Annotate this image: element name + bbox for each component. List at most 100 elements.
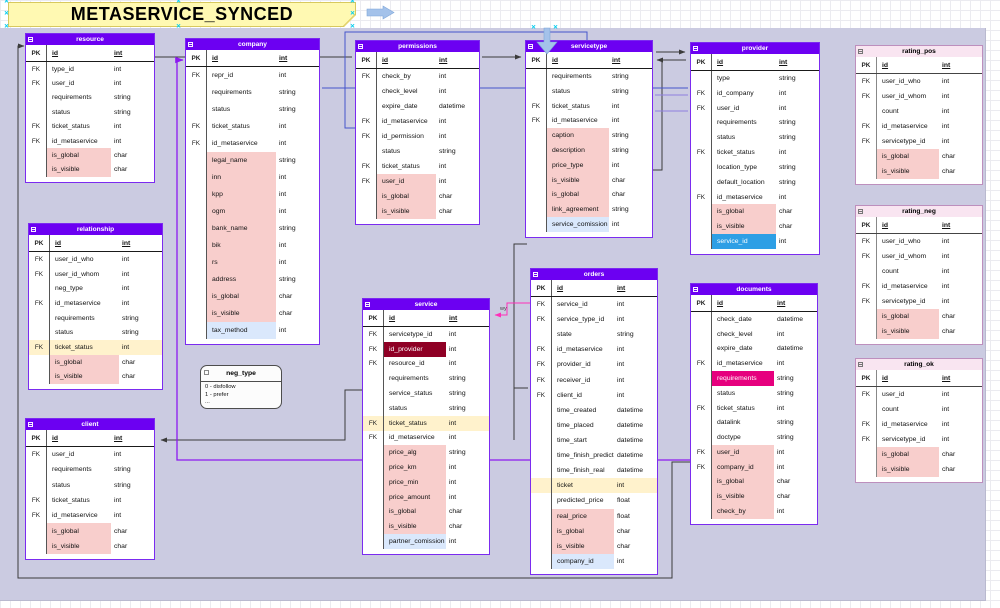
- table-row[interactable]: FKuser_idint: [856, 387, 982, 402]
- table-row[interactable]: time_createddatetime: [531, 403, 657, 418]
- table-row[interactable]: FKcheck_byint: [356, 69, 479, 84]
- table-row[interactable]: service_idint: [691, 234, 819, 249]
- collapse-icon[interactable]: [358, 44, 363, 49]
- table-row[interactable]: expire_datedatetime: [356, 99, 479, 114]
- table-row[interactable]: FKticket_statusint: [691, 145, 819, 160]
- table-row[interactable]: price_kmint: [363, 460, 489, 475]
- table-row[interactable]: PKidint: [363, 310, 489, 327]
- table-row[interactable]: FKticket_statusint: [691, 401, 817, 416]
- table-row[interactable]: is_globalchar: [856, 149, 982, 164]
- collapse-icon[interactable]: [188, 42, 193, 47]
- table-row[interactable]: requirementsstring: [26, 462, 154, 477]
- table-row[interactable]: statusstring: [26, 478, 154, 493]
- table-row[interactable]: FKid_metaserviceint: [531, 342, 657, 357]
- table-row[interactable]: legal_namestring: [186, 152, 319, 169]
- table-row[interactable]: typestring: [691, 71, 819, 86]
- table-row[interactable]: is_visiblechar: [856, 324, 982, 339]
- table-provider[interactable]: providerPKidinttypestringFKid_companyint…: [690, 42, 820, 255]
- table-row[interactable]: FKid_metaserviceint: [856, 279, 982, 294]
- table-row[interactable]: partner_comissionint: [363, 534, 489, 549]
- table-header[interactable]: provider: [691, 43, 819, 54]
- table-row[interactable]: FKid_metaserviceint: [29, 296, 162, 311]
- table-row[interactable]: PKidint: [26, 430, 154, 447]
- table-row[interactable]: FKuser_id_whomint: [856, 249, 982, 264]
- table-row[interactable]: time_finish_predicteddatetime: [531, 448, 657, 463]
- table-row[interactable]: FKuser_id_whoint: [856, 234, 982, 249]
- table-row[interactable]: is_globalchar: [186, 288, 319, 305]
- table-row[interactable]: is_visiblechar: [26, 539, 154, 554]
- table-row[interactable]: price_amountint: [363, 490, 489, 505]
- collapse-icon[interactable]: [28, 37, 33, 42]
- selection-handle[interactable]: ✕: [176, 0, 181, 5]
- table-row[interactable]: is_globalchar: [856, 447, 982, 462]
- table-row[interactable]: statusstring: [29, 325, 162, 340]
- table-row[interactable]: check_byint: [691, 504, 817, 519]
- table-row[interactable]: FKclient_idint: [531, 388, 657, 403]
- table-row[interactable]: time_startdatetime: [531, 433, 657, 448]
- table-row[interactable]: FKresource_idint: [363, 357, 489, 372]
- table-rating_pos[interactable]: rating_posPKidintFKuser_id_whointFKuser_…: [855, 45, 983, 185]
- table-row[interactable]: PKidint: [856, 370, 982, 387]
- table-row[interactable]: statusstring: [356, 144, 479, 159]
- table-row[interactable]: PKidint: [29, 235, 162, 252]
- table-row[interactable]: PKidint: [856, 217, 982, 234]
- table-row[interactable]: check_levelint: [356, 84, 479, 99]
- table-rating_neg[interactable]: rating_negPKidintFKuser_id_whointFKuser_…: [855, 205, 983, 345]
- collapse-icon[interactable]: [858, 209, 863, 214]
- collapse-icon[interactable]: [365, 302, 370, 307]
- table-row[interactable]: FKid_metaserviceint: [856, 119, 982, 134]
- table-row[interactable]: FKticket_statusint: [186, 118, 319, 135]
- table-row[interactable]: FKid_metaserviceint: [356, 114, 479, 129]
- table-row[interactable]: countint: [856, 402, 982, 417]
- table-row[interactable]: FKid_metaserviceint: [691, 356, 817, 371]
- table-row[interactable]: check_datedatetime: [691, 312, 817, 327]
- table-header[interactable]: rating_ok: [856, 359, 982, 370]
- table-row[interactable]: PKidint: [691, 295, 817, 312]
- table-row[interactable]: FKticket_statusint: [29, 340, 162, 355]
- table-row[interactable]: FKuser_idint: [26, 447, 154, 462]
- selection-handle[interactable]: ✕: [350, 24, 355, 30]
- table-row[interactable]: FKservice_idint: [531, 297, 657, 312]
- table-row[interactable]: FKid_metaserviceint: [26, 134, 154, 148]
- selection-handle[interactable]: ✕: [553, 25, 558, 31]
- table-row[interactable]: location_typestring: [691, 160, 819, 175]
- table-row[interactable]: bank_namestring: [186, 220, 319, 237]
- table-header[interactable]: rating_neg: [856, 206, 982, 217]
- table-servicetype[interactable]: servicetypePKidintrequirementsstringstat…: [525, 40, 653, 238]
- table-row[interactable]: FKid_permissionint: [356, 129, 479, 144]
- table-row[interactable]: FKcompany_idint: [691, 460, 817, 475]
- table-row[interactable]: FKuser_id_whoint: [29, 252, 162, 267]
- table-row[interactable]: requirementsstring: [29, 311, 162, 326]
- selection-handle[interactable]: ✕: [350, 0, 355, 5]
- table-row[interactable]: FKuser_id_whoint: [856, 74, 982, 89]
- collapse-icon[interactable]: [858, 49, 863, 54]
- table-row[interactable]: is_visiblechar: [186, 305, 319, 322]
- table-row[interactable]: FKuser_idint: [691, 101, 819, 116]
- table-row[interactable]: PKidint: [26, 45, 154, 62]
- table-row[interactable]: FKprovider_idint: [531, 357, 657, 372]
- table-row[interactable]: is_globalchar: [526, 188, 652, 203]
- table-row[interactable]: FKticket_statusint: [26, 120, 154, 134]
- table-row[interactable]: time_placeddatetime: [531, 418, 657, 433]
- table-row[interactable]: FKid_metaserviceint: [526, 113, 652, 128]
- selection-handle[interactable]: ✕: [4, 24, 9, 30]
- table-row[interactable]: price_minint: [363, 475, 489, 490]
- diagram-title-note[interactable]: METASERVICE_SYNCED: [8, 2, 356, 27]
- table-row[interactable]: FKuser_idint: [691, 445, 817, 460]
- table-row[interactable]: is_visiblechar: [363, 519, 489, 534]
- table-rating_ok[interactable]: rating_okPKidintFKuser_idintcountintFKid…: [855, 358, 983, 483]
- collapse-icon[interactable]: [533, 272, 538, 277]
- table-row[interactable]: datalinkstring: [691, 415, 817, 430]
- table-row[interactable]: FKservicetype_idint: [856, 294, 982, 309]
- table-service[interactable]: servicePKidintFKservicetype_idintFKid_pr…: [362, 298, 490, 555]
- table-header[interactable]: service: [363, 299, 489, 310]
- table-relationship[interactable]: relationshipPKidintFKuser_id_whointFKuse…: [28, 223, 163, 390]
- table-header[interactable]: orders: [531, 269, 657, 280]
- table-row[interactable]: FKuser_id_whomint: [29, 267, 162, 282]
- table-row[interactable]: FKuser_idint: [356, 174, 479, 189]
- table-row[interactable]: countint: [856, 264, 982, 279]
- table-row[interactable]: neg_typeint: [29, 281, 162, 296]
- table-orders[interactable]: ordersPKidintFKservice_idintFKservice_ty…: [530, 268, 658, 575]
- table-header[interactable]: documents: [691, 284, 817, 295]
- table-row[interactable]: FKservicetype_idint: [856, 134, 982, 149]
